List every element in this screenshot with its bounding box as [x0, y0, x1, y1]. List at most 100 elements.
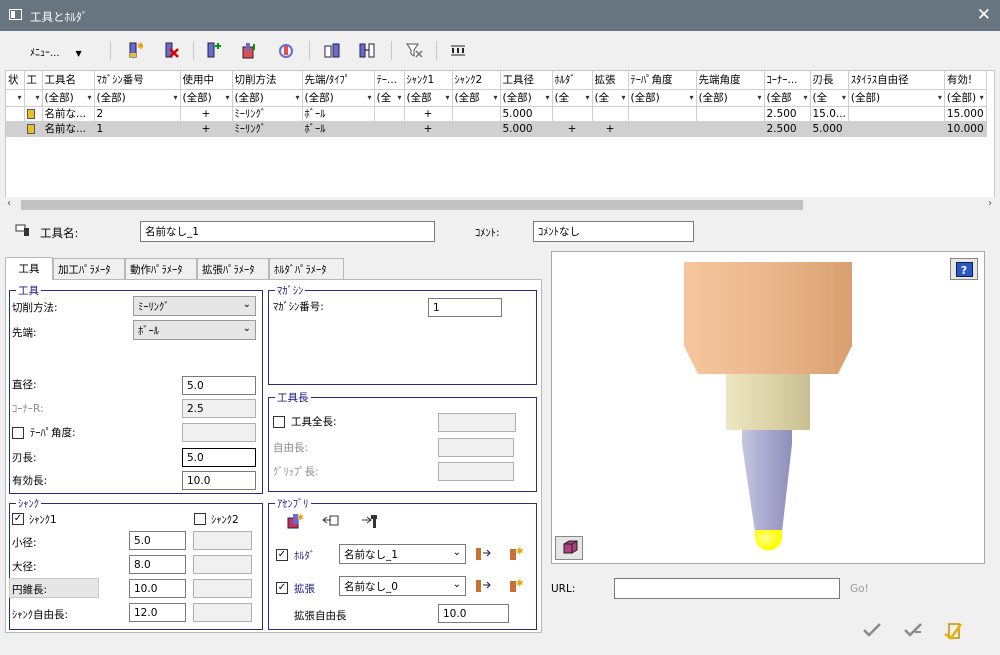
- taper-checkbox[interactable]: [12, 427, 24, 439]
- holder-select[interactable]: 名前なし_1 ⌄: [339, 544, 466, 564]
- column-filter[interactable]: (全部) ▾: [42, 89, 95, 107]
- tab-tool[interactable]: 工具: [5, 257, 53, 280]
- column-header[interactable]: ｼｬﾝｸ2: [452, 71, 501, 90]
- add-tool-icon[interactable]: [203, 40, 223, 60]
- blade-length-input[interactable]: [182, 448, 256, 467]
- swap-tool-icon[interactable]: [357, 40, 377, 60]
- column-header[interactable]: 工具名: [42, 71, 95, 90]
- clear-filter-icon[interactable]: [404, 40, 424, 60]
- tab-motion-params[interactable]: 動作ﾊﾟﾗﾒｰﾀ: [125, 258, 197, 279]
- assembly-insert-icon[interactable]: [322, 513, 340, 532]
- shank-free-length-input[interactable]: [129, 603, 186, 622]
- large-diameter-input[interactable]: [129, 555, 186, 574]
- close-button[interactable]: ✕: [977, 5, 991, 25]
- column-filter[interactable]: (全部 ▾: [452, 89, 501, 107]
- table-row[interactable]: 名前な... 1 + ﾐｰﾘﾝｸﾞ ﾎﾞｰﾙ +5.000 + +2.500 5.000 10.0…: [6, 121, 987, 137]
- effective-length-input[interactable]: [182, 471, 256, 490]
- column-header[interactable]: ﾃｰﾊﾟ角度: [628, 71, 697, 90]
- column-header[interactable]: ｽﾀｲﾗｽ自由径: [848, 71, 945, 90]
- column-header[interactable]: 状: [6, 71, 25, 90]
- delete-tool-icon[interactable]: [161, 40, 181, 60]
- shank2-large-input[interactable]: [193, 555, 252, 574]
- scroll-thumb[interactable]: [21, 200, 803, 210]
- free-length-input[interactable]: [438, 438, 514, 457]
- tool-name-input[interactable]: [140, 221, 435, 242]
- column-filter[interactable]: (全部) ▾: [232, 89, 303, 107]
- column-filter[interactable]: (全 ▾: [592, 89, 629, 107]
- column-header[interactable]: 先端角度: [696, 71, 765, 90]
- column-header[interactable]: ﾏｶﾞｼﾝ番号: [94, 71, 181, 90]
- column-header[interactable]: 有効!: [944, 71, 987, 90]
- grip-length-input[interactable]: [438, 462, 514, 481]
- magazine-number-input[interactable]: [428, 298, 502, 317]
- shank1-checkbox[interactable]: ✓: [12, 513, 24, 525]
- column-header[interactable]: ｼｬﾝｸ1: [404, 71, 453, 90]
- help-button[interactable]: ?: [950, 258, 978, 280]
- column-header[interactable]: ｺｰﾅｰ...: [764, 71, 811, 90]
- column-filter[interactable]: (全部) ▾: [180, 89, 233, 107]
- total-length-checkbox[interactable]: [273, 416, 285, 428]
- horizontal-scrollbar[interactable]: ‹ ›: [5, 197, 995, 213]
- export-tool-icon[interactable]: [239, 40, 259, 60]
- tip-select[interactable]: ﾎﾞｰﾙ ⌄: [133, 320, 256, 340]
- taper-input[interactable]: [182, 423, 256, 442]
- column-filter[interactable]: (全部) ▾: [302, 89, 375, 107]
- tab-extension-params[interactable]: 拡張ﾊﾟﾗﾒｰﾀ: [197, 258, 269, 279]
- corner-r-input[interactable]: [182, 399, 256, 418]
- column-header[interactable]: 先端/ﾀｲﾌﾟ: [302, 71, 375, 90]
- extension-edit-icon[interactable]: [474, 578, 492, 597]
- extension-checkbox[interactable]: ✓: [276, 582, 288, 594]
- column-filter[interactable]: (全 ▾: [374, 89, 405, 107]
- comment-input[interactable]: [533, 221, 694, 242]
- apply-check-icon[interactable]: [903, 622, 925, 642]
- tab-holder-params[interactable]: ﾎﾙﾀﾞﾊﾟﾗﾒｰﾀ: [269, 258, 344, 279]
- column-header[interactable]: 工具径: [500, 71, 553, 90]
- holder-checkbox[interactable]: ✓: [276, 549, 288, 561]
- column-filter[interactable]: (全部) ▾: [500, 89, 553, 107]
- column-filter[interactable]: (全 ▾: [552, 89, 593, 107]
- extension-select[interactable]: 名前なし_0 ⌄: [339, 576, 466, 596]
- exit-icon[interactable]: [943, 622, 963, 644]
- holder-edit-icon[interactable]: [474, 546, 492, 565]
- copy-tool-icon[interactable]: [322, 40, 342, 60]
- column-filter[interactable]: (全部 ▾: [764, 89, 811, 107]
- url-input[interactable]: [614, 578, 840, 599]
- scroll-right-icon[interactable]: ›: [988, 198, 992, 209]
- shank2-checkbox[interactable]: [194, 513, 206, 525]
- column-filter[interactable]: (全部) ▾: [628, 89, 697, 107]
- column-header[interactable]: 刃長: [810, 71, 849, 90]
- column-filter[interactable]: (全部) ▾: [94, 89, 181, 107]
- column-filter[interactable]: (全部) ▾: [696, 89, 765, 107]
- column-header[interactable]: ﾎﾙﾀﾞ: [552, 71, 593, 90]
- small-diameter-input[interactable]: [129, 531, 186, 550]
- shank2-cone-input[interactable]: [193, 579, 252, 598]
- ok-check-icon[interactable]: [862, 622, 882, 642]
- cut-method-select[interactable]: ﾐｰﾘﾝｸﾞ ⌄: [133, 296, 256, 316]
- column-filter[interactable]: (全部) ▾: [944, 89, 987, 107]
- view-cube-button[interactable]: [555, 536, 583, 560]
- shank2-small-input[interactable]: [193, 531, 252, 550]
- diameter-input[interactable]: [182, 376, 256, 395]
- column-filter[interactable]: ▾: [24, 89, 43, 107]
- column-filter[interactable]: (全部) ▾: [848, 89, 945, 107]
- column-header[interactable]: 工: [24, 71, 43, 90]
- extension-free-length-input[interactable]: [438, 604, 509, 623]
- column-filter[interactable]: ▾: [6, 89, 25, 107]
- column-filter[interactable]: (全 ▾: [810, 89, 849, 107]
- column-header[interactable]: 拡張: [592, 71, 629, 90]
- shank2-free-input[interactable]: [193, 603, 252, 622]
- assembly-attach-icon[interactable]: [361, 513, 379, 532]
- holder-new-icon[interactable]: ✱: [507, 545, 525, 564]
- cone-length-input[interactable]: [129, 579, 186, 598]
- column-filter[interactable]: (全部 ▾: [404, 89, 453, 107]
- extension-new-icon[interactable]: ✱: [507, 577, 525, 596]
- menu-dropdown[interactable]: ﾒﾆｭｰ... ▼: [30, 44, 82, 59]
- column-header[interactable]: 使用中: [180, 71, 233, 90]
- assembly-view-icon[interactable]: ✱: [286, 512, 304, 533]
- new-tool-icon[interactable]: ✱: [125, 40, 145, 60]
- go-button[interactable]: Go!: [850, 583, 869, 595]
- scroll-left-icon[interactable]: ‹: [7, 198, 11, 209]
- total-length-input[interactable]: [438, 413, 516, 432]
- column-header[interactable]: ﾃｰ...: [374, 71, 405, 90]
- sync-tool-icon[interactable]: [276, 40, 296, 60]
